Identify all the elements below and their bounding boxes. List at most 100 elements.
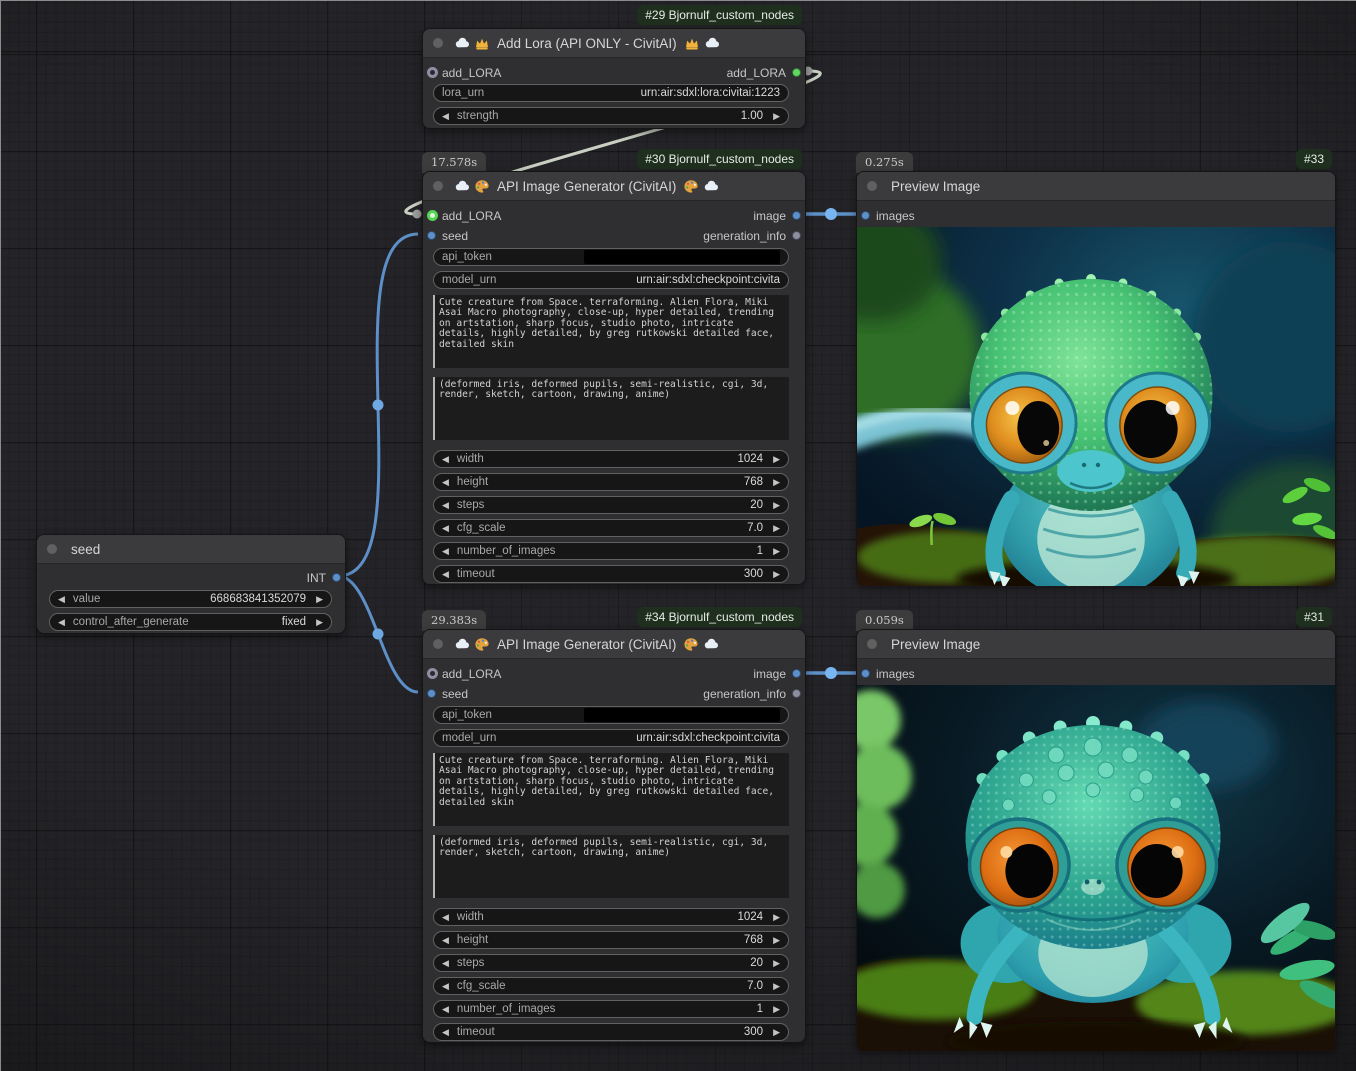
collapse-dot[interactable] — [867, 181, 877, 191]
widget-control-after-generate[interactable]: ◀ control_after_generate fixed ▶ — [49, 613, 332, 631]
collapse-dot[interactable] — [867, 639, 877, 649]
node-id-badge-29: #29 Bjornulf_custom_nodes — [637, 5, 802, 25]
widget-steps[interactable]: ◀ steps 20 ▶ — [433, 954, 789, 972]
node-title: Preview Image — [891, 637, 980, 652]
decrement-arrow-icon[interactable]: ◀ — [442, 912, 449, 923]
input-port-seed[interactable] — [427, 231, 436, 240]
increment-arrow-icon[interactable]: ▶ — [773, 958, 780, 969]
node-title-bar[interactable]: Preview Image — [857, 630, 1335, 659]
widget-model-urn[interactable]: model_urn urn:air:sdxl:checkpoint:civita — [433, 729, 789, 747]
positive-prompt-textarea[interactable]: Cute creature from Space. terraforming. … — [433, 753, 789, 826]
decrement-arrow-icon[interactable]: ◀ — [442, 546, 449, 557]
collapse-dot[interactable] — [433, 181, 443, 191]
decrement-arrow-icon[interactable]: ◀ — [442, 935, 449, 946]
node-preview-image-31[interactable]: Preview Image images — [856, 629, 1336, 1050]
input-port-add-lora[interactable] — [427, 67, 438, 78]
decrement-arrow-icon[interactable]: ◀ — [442, 111, 449, 122]
widget-cfg-scale[interactable]: ◀ cfg_scale 7.0 ▶ — [433, 977, 789, 995]
input-port-images[interactable] — [861, 669, 870, 678]
decrement-arrow-icon[interactable]: ◀ — [442, 500, 449, 511]
widget-steps[interactable]: ◀ steps 20 ▶ — [433, 496, 789, 514]
increment-arrow-icon[interactable]: ▶ — [773, 477, 780, 488]
output-port-image[interactable] — [792, 669, 801, 678]
widget-seed-value[interactable]: ◀ value 668683841352079 ▶ — [49, 590, 332, 608]
input-port-images[interactable] — [861, 211, 870, 220]
node-title-bar[interactable]: API Image Generator (CivitAI) — [423, 630, 805, 659]
widget-timeout[interactable]: ◀ timeout 300 ▶ — [433, 1023, 789, 1041]
increment-arrow-icon[interactable]: ▶ — [773, 111, 780, 122]
widget-width[interactable]: ◀ width 1024 ▶ — [433, 450, 789, 468]
collapse-dot[interactable] — [433, 38, 443, 48]
widget-number-of-images[interactable]: ◀ number_of_images 1 ▶ — [433, 542, 789, 560]
node-preview-image-33[interactable]: Preview Image images — [856, 171, 1336, 585]
palette-icon — [474, 637, 490, 651]
node-title-bar[interactable]: API Image Generator (CivitAI) — [423, 172, 805, 201]
widget-height[interactable]: ◀ height 768 ▶ — [433, 473, 789, 491]
widget-width[interactable]: ◀ width 1024 ▶ — [433, 908, 789, 926]
decrement-arrow-icon[interactable]: ◀ — [442, 523, 449, 534]
output-port-add-lora[interactable] — [792, 68, 801, 77]
decrement-arrow-icon[interactable]: ◀ — [442, 1027, 449, 1038]
node-api-image-generator-30[interactable]: API Image Generator (CivitAI) add_LORA i… — [422, 171, 806, 585]
widget-name: height — [457, 934, 488, 946]
increment-arrow-icon[interactable]: ▶ — [773, 981, 780, 992]
decrement-arrow-icon[interactable]: ◀ — [58, 594, 65, 605]
increment-arrow-icon[interactable]: ▶ — [773, 1004, 780, 1015]
widget-name: steps — [457, 499, 485, 511]
decrement-arrow-icon[interactable]: ◀ — [442, 569, 449, 580]
decrement-arrow-icon[interactable]: ◀ — [442, 981, 449, 992]
widget-name: api_token — [442, 709, 492, 721]
input-port-add-lora[interactable] — [427, 668, 438, 679]
node-title-bar[interactable]: Preview Image — [857, 172, 1335, 201]
node-title: API Image Generator (CivitAI) — [497, 637, 676, 652]
negative-prompt-textarea[interactable]: (deformed iris, deformed pupils, semi-re… — [433, 377, 789, 440]
node-api-image-generator-34[interactable]: API Image Generator (CivitAI) add_LORA i… — [422, 629, 806, 1043]
increment-arrow-icon[interactable]: ▶ — [773, 546, 780, 557]
output-port-image[interactable] — [792, 211, 801, 220]
widget-value: 300 — [744, 568, 763, 580]
collapse-dot[interactable] — [47, 544, 57, 554]
increment-arrow-icon[interactable]: ▶ — [773, 523, 780, 534]
widget-strength[interactable]: ◀ strength 1.00 ▶ — [433, 107, 789, 125]
widget-value: urn:air:sdxl:checkpoint:civita — [636, 274, 780, 286]
widget-number-of-images[interactable]: ◀ number_of_images 1 ▶ — [433, 1000, 789, 1018]
increment-arrow-icon[interactable]: ▶ — [773, 935, 780, 946]
node-seed[interactable]: seed INT ◀ value 668683841352079 ▶ ◀ con… — [36, 534, 346, 634]
increment-arrow-icon[interactable]: ▶ — [773, 569, 780, 580]
increment-arrow-icon[interactable]: ▶ — [773, 912, 780, 923]
input-port-add-lora[interactable] — [427, 210, 438, 221]
next-option-arrow-icon[interactable]: ▶ — [316, 617, 323, 628]
node-add-lora[interactable]: Add Lora (API ONLY - CivitAI) add_LORA a… — [422, 28, 806, 129]
increment-arrow-icon[interactable]: ▶ — [773, 500, 780, 511]
widget-cfg-scale[interactable]: ◀ cfg_scale 7.0 ▶ — [433, 519, 789, 537]
widget-lora-urn[interactable]: lora_urn urn:air:sdxl:lora:civitai:1223 — [433, 84, 789, 102]
positive-prompt-textarea[interactable]: Cute creature from Space. terraforming. … — [433, 295, 789, 368]
widget-timeout[interactable]: ◀ timeout 300 ▶ — [433, 565, 789, 583]
widget-api-token[interactable]: api_token — [433, 706, 789, 724]
node-title-bar[interactable]: Add Lora (API ONLY - CivitAI) — [423, 29, 805, 58]
widget-height[interactable]: ◀ height 768 ▶ — [433, 931, 789, 949]
widget-model-urn[interactable]: model_urn urn:air:sdxl:checkpoint:civita — [433, 271, 789, 289]
increment-arrow-icon[interactable]: ▶ — [773, 1027, 780, 1038]
prev-option-arrow-icon[interactable]: ◀ — [58, 617, 65, 628]
node-title-bar[interactable]: seed — [37, 535, 345, 564]
decrement-arrow-icon[interactable]: ◀ — [442, 477, 449, 488]
negative-prompt-textarea[interactable]: (deformed iris, deformed pupils, semi-re… — [433, 835, 789, 898]
increment-arrow-icon[interactable]: ▶ — [316, 594, 323, 605]
output-port-generation-info[interactable] — [792, 689, 801, 698]
input-label: add_LORA — [442, 66, 501, 80]
decrement-arrow-icon[interactable]: ◀ — [442, 1004, 449, 1015]
decrement-arrow-icon[interactable]: ◀ — [442, 958, 449, 969]
preview-image-33 — [857, 227, 1335, 586]
widget-name: width — [457, 911, 484, 923]
increment-arrow-icon[interactable]: ▶ — [773, 454, 780, 465]
node-graph-canvas[interactable]: #29 Bjornulf_custom_nodes #30 Bjornulf_c… — [0, 0, 1356, 1071]
output-port-int[interactable] — [332, 573, 341, 582]
input-port-seed[interactable] — [427, 689, 436, 698]
input-label: add_LORA — [442, 209, 501, 223]
output-port-generation-info[interactable] — [792, 231, 801, 240]
collapse-dot[interactable] — [433, 639, 443, 649]
decrement-arrow-icon[interactable]: ◀ — [442, 454, 449, 465]
widget-api-token[interactable]: api_token — [433, 248, 789, 266]
alien-creature-artwork — [857, 685, 1335, 1051]
